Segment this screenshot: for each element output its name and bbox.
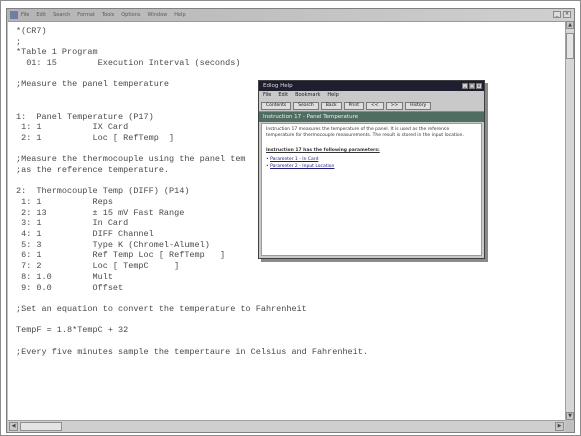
help-content: Instruction 17 measures the temperature … bbox=[261, 123, 482, 256]
help-param-label[interactable]: Parameter 1 - In Card bbox=[270, 157, 318, 162]
help-back-button[interactable]: Back bbox=[320, 101, 342, 110]
help-menu-bookmark[interactable]: Bookmark bbox=[295, 91, 320, 100]
code-line: ;Set an equation to convert the temperat… bbox=[16, 303, 307, 314]
horizontal-scroll-thumb[interactable] bbox=[20, 422, 62, 431]
scroll-left-arrow-icon[interactable]: ◀ bbox=[9, 422, 18, 431]
help-topic-banner: Instruction 17 - Panel Temperature bbox=[259, 112, 484, 122]
menu-tools[interactable]: Tools bbox=[102, 9, 114, 21]
menu-bar: File Edit Search Format Tools Options Wi… bbox=[21, 9, 186, 21]
menu-help[interactable]: Help bbox=[174, 9, 185, 21]
code-line: 01: 15 Execution Interval (seconds) bbox=[16, 58, 241, 69]
help-menu-help[interactable]: Help bbox=[327, 91, 338, 100]
code-line: ; bbox=[16, 36, 22, 47]
help-next-button[interactable]: >> bbox=[385, 101, 404, 110]
window-title-bar: File Edit Search Format Tools Options Wi… bbox=[7, 9, 574, 21]
minimize-button[interactable]: _ bbox=[553, 11, 561, 18]
code-line: 9: 0.0 Offset bbox=[16, 282, 124, 293]
help-params-heading: Instruction 17 has the following paramet… bbox=[266, 148, 380, 153]
code-line: TempF = 1.8*TempC + 32 bbox=[16, 325, 129, 336]
help-popup-window: Edlog Help _ □ × File Edit Bookmark Help… bbox=[258, 80, 485, 259]
help-prev-button[interactable]: << bbox=[366, 101, 384, 110]
help-print-button[interactable]: Print bbox=[343, 101, 365, 110]
code-line: *Table 1 Program bbox=[16, 47, 98, 58]
help-contents-button[interactable]: Contents bbox=[261, 101, 292, 110]
help-close-button[interactable]: × bbox=[476, 83, 482, 89]
horizontal-scrollbar[interactable]: ◀ ▶ bbox=[8, 420, 565, 432]
help-minimize-button[interactable]: _ bbox=[462, 83, 468, 89]
menu-edit[interactable]: Edit bbox=[36, 9, 46, 21]
help-history-button[interactable]: History bbox=[405, 101, 432, 110]
help-toolbar: Contents Search Back Print << >> History bbox=[259, 100, 484, 112]
window-controls: _ × bbox=[553, 11, 571, 18]
help-param-link[interactable]: • Parameter 2 - Input Location bbox=[266, 164, 477, 170]
help-title-bar: Edlog Help _ □ × bbox=[259, 81, 484, 91]
vertical-scrollbar[interactable]: ▲ ▼ bbox=[565, 21, 574, 420]
code-line: 7: 2 Loc [ TempC ] bbox=[16, 261, 180, 272]
bullet-icon: • bbox=[266, 156, 269, 162]
scroll-right-arrow-icon[interactable]: ▶ bbox=[555, 422, 564, 431]
scroll-down-arrow-icon[interactable]: ▼ bbox=[566, 412, 574, 420]
help-menu-edit[interactable]: Edit bbox=[278, 91, 288, 100]
help-description: Instruction 17 measures the temperature … bbox=[266, 127, 464, 138]
close-button[interactable]: × bbox=[563, 11, 571, 18]
help-search-button[interactable]: Search bbox=[293, 101, 319, 110]
menu-search[interactable]: Search bbox=[53, 9, 70, 21]
vertical-scroll-thumb[interactable] bbox=[566, 33, 574, 59]
help-menu-file[interactable]: File bbox=[263, 91, 271, 100]
help-title: Edlog Help bbox=[263, 83, 293, 89]
code-line: 8: 1.0 Mult bbox=[16, 271, 113, 282]
menu-format[interactable]: Format bbox=[77, 9, 95, 21]
scroll-up-arrow-icon[interactable]: ▲ bbox=[566, 21, 574, 29]
menu-options[interactable]: Options bbox=[121, 9, 140, 21]
bullet-icon: • bbox=[266, 164, 269, 169]
help-menu-bar: File Edit Bookmark Help bbox=[259, 91, 484, 100]
help-param-link[interactable]: • Parameter 1 - In Card bbox=[266, 157, 477, 163]
code-line: ;Every five minutes sample the tempertau… bbox=[16, 346, 368, 357]
app-icon bbox=[10, 11, 18, 19]
menu-file[interactable]: File bbox=[21, 9, 29, 21]
screenshot-frame: File Edit Search Format Tools Options Wi… bbox=[0, 0, 581, 436]
help-maximize-button[interactable]: □ bbox=[469, 83, 475, 89]
help-param-label[interactable]: Parameter 2 - Input Location bbox=[270, 164, 334, 169]
code-line: *(CR7) bbox=[16, 26, 47, 36]
menu-window[interactable]: Window bbox=[148, 9, 168, 21]
help-window-controls: _ □ × bbox=[462, 83, 482, 89]
